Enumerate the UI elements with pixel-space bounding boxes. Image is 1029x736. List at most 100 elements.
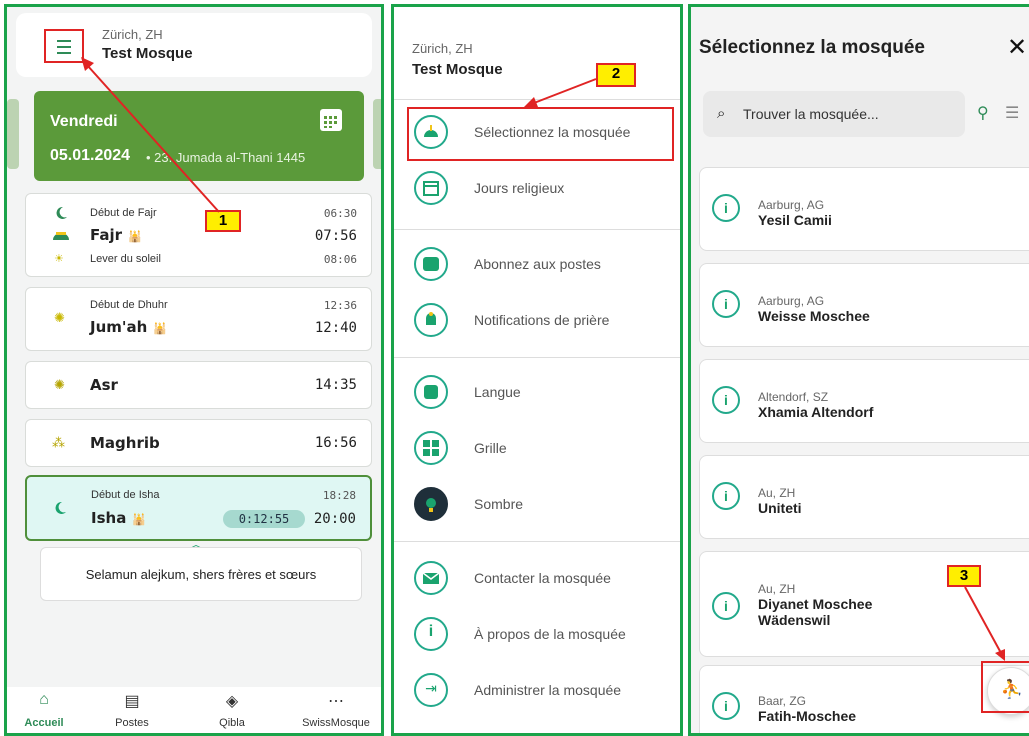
- nav-swissmosque[interactable]: ⋯ SwissMosque: [291, 691, 381, 731]
- menu-label: Notifications de prière: [474, 312, 610, 328]
- fajr-card[interactable]: Début de Fajr 06:30 Fajr 🕌 07:56 ☀ Lever …: [25, 193, 372, 277]
- select-mosque-panel: Sélectionnez la mosquée ✕ ⌕ Trouver la m…: [688, 4, 1029, 736]
- side-menu-panel: Zürich, ZH Test Mosque Sélectionnez la m…: [391, 4, 683, 736]
- nav-qibla[interactable]: ◈ Qibla: [187, 691, 277, 731]
- dhuhr-start-label: Début de Dhuhr: [90, 299, 168, 311]
- lightbulb-icon: [414, 487, 448, 521]
- fajr-start-label: Début de Fajr: [90, 207, 157, 219]
- home-icon: ⌂: [39, 691, 49, 708]
- annotation-3: 3: [947, 565, 981, 587]
- isha-time: 20:00: [313, 511, 356, 527]
- nav-postes[interactable]: ▤ Postes: [87, 691, 177, 731]
- fajr-time: 07:56: [314, 228, 357, 244]
- menu-language[interactable]: Langue: [408, 373, 678, 413]
- mosque-list-item[interactable]: i Au, ZH Uniteti: [699, 455, 1029, 539]
- mosque-list-item[interactable]: i Baar, ZG Fatih-Moschee: [699, 665, 1029, 733]
- info-icon: i: [414, 617, 448, 651]
- menu-subscribe-posts[interactable]: Abonnez aux postes: [408, 245, 678, 285]
- mosque-list-item[interactable]: i Aarburg, AG Weisse Moschee: [699, 263, 1029, 347]
- menu-contact-mosque[interactable]: Contacter la mosquée: [408, 559, 678, 599]
- menu-label: Langue: [474, 384, 521, 400]
- mosque-name: Diyanet Moschee: [758, 596, 873, 612]
- maghrib-name: Maghrib: [90, 434, 160, 452]
- mosque-name: Fatih-Moschee: [758, 708, 857, 724]
- maghrib-card[interactable]: ⁂ Maghrib 16:56: [25, 419, 372, 467]
- info-icon[interactable]: i: [712, 386, 740, 414]
- menu-label: Abonnez aux postes: [474, 256, 601, 272]
- dhuhr-card[interactable]: ✺ Début de Dhuhr 12:36 Jum'ah 🕌 12:40: [25, 287, 372, 351]
- mosque-name: Yesil Camii: [758, 212, 832, 228]
- home-screen-panel: Zürich, ZH Test Mosque Vendredi 05.01.20…: [4, 4, 384, 736]
- mail-icon: [414, 561, 448, 595]
- sunrise-time: 08:06: [323, 253, 357, 266]
- hijri-date: • 23. Jumada al-Thani 1445: [146, 150, 306, 165]
- mosque-list-item[interactable]: i Aarburg, AG Yesil Camii: [699, 167, 1029, 251]
- menu-label: Sombre: [474, 496, 524, 512]
- next-day-tab[interactable]: [373, 99, 381, 169]
- header-mosque-name: Test Mosque: [102, 45, 193, 62]
- close-icon[interactable]: ✕: [1007, 33, 1027, 61]
- info-icon[interactable]: i: [712, 290, 740, 318]
- mosque-list-item[interactable]: i Altendorf, SZ Xhamia Altendorf: [699, 359, 1029, 443]
- asr-time: 14:35: [314, 377, 357, 393]
- menu-about-mosque[interactable]: i À propos de la mosquée: [408, 615, 678, 655]
- sunrise-mosque-icon: [53, 232, 69, 240]
- info-icon[interactable]: i: [712, 482, 740, 510]
- mosque-city: Baar, ZG: [758, 694, 807, 708]
- menu-religious-days[interactable]: Jours religieux: [408, 169, 678, 209]
- menu-label: Contacter la mosquée: [474, 570, 611, 586]
- nav-label: SwissMosque: [302, 717, 370, 729]
- mosque-city: Altendorf, SZ: [758, 390, 829, 404]
- menu-button[interactable]: [44, 29, 84, 63]
- divider: [394, 229, 680, 230]
- login-icon: ⇥: [414, 673, 448, 707]
- menu-prayer-notifications[interactable]: Notifications de prière: [408, 301, 678, 341]
- mosque-city: Aarburg, AG: [758, 198, 825, 212]
- header-city: Zürich, ZH: [102, 27, 163, 42]
- menu-dark-mode[interactable]: Sombre: [408, 485, 678, 525]
- document-icon: ▤: [124, 693, 140, 710]
- mosque-name: Weisse Moschee: [758, 308, 870, 324]
- isha-start-label: Début de Isha: [91, 489, 160, 501]
- location-pin-icon[interactable]: ⚲: [977, 103, 989, 122]
- greeting-banner: Selamun alejkum, shers frères et sœurs: [40, 547, 362, 601]
- calendar-icon[interactable]: [320, 109, 342, 131]
- bell-icon: [414, 303, 448, 337]
- weekday: Vendredi: [50, 113, 118, 130]
- isha-card[interactable]: Début de Isha 18:28 Isha 🕌 0:12:55 20:00: [25, 475, 372, 541]
- menu-label: Jours religieux: [474, 180, 565, 196]
- more-icon: ⋯: [328, 693, 344, 710]
- language-icon: [414, 375, 448, 409]
- mosque-city: Au, ZH: [758, 582, 796, 596]
- menu-label: Grille: [474, 440, 507, 456]
- search-placeholder: Trouver la mosquée...: [743, 106, 879, 122]
- info-icon[interactable]: i: [712, 194, 740, 222]
- prev-day-tab[interactable]: [7, 99, 19, 169]
- menu-grid[interactable]: Grille: [408, 429, 678, 469]
- nav-label: Accueil: [24, 717, 64, 729]
- grid-icon: [414, 431, 448, 465]
- divider: [394, 541, 680, 542]
- menu-admin-mosque[interactable]: ⇥ Administrer la mosquée: [408, 671, 678, 711]
- menu-header-city: Zürich, ZH: [412, 41, 473, 56]
- fajr-start-time: 06:30: [323, 207, 357, 220]
- dhuhr-start-time: 12:36: [323, 299, 357, 312]
- nav-label: Qibla: [219, 717, 245, 729]
- filter-icon[interactable]: ☰: [1005, 103, 1019, 122]
- asr-name: Asr: [90, 376, 118, 394]
- compass-icon: ◈: [225, 693, 239, 710]
- asr-card[interactable]: ✺ Asr 14:35: [25, 361, 372, 409]
- sun-icon: ✺: [54, 310, 65, 325]
- dhuhr-name: Jum'ah: [90, 318, 148, 336]
- sunrise-label: Lever du soleil: [90, 253, 161, 265]
- mosque-name-line2: Wädenswil: [758, 612, 831, 628]
- sun-icon: ☀: [54, 253, 64, 265]
- mosque-header: Zürich, ZH Test Mosque: [16, 13, 372, 77]
- info-icon[interactable]: i: [712, 692, 740, 720]
- mosque-name: Xhamia Altendorf: [758, 404, 874, 420]
- info-icon[interactable]: i: [712, 592, 740, 620]
- nav-accueil[interactable]: ⌂ Accueil: [7, 691, 89, 731]
- fajr-name: Fajr: [90, 226, 123, 244]
- search-input[interactable]: ⌕ Trouver la mosquée...: [703, 91, 965, 137]
- isha-name: Isha: [91, 509, 127, 527]
